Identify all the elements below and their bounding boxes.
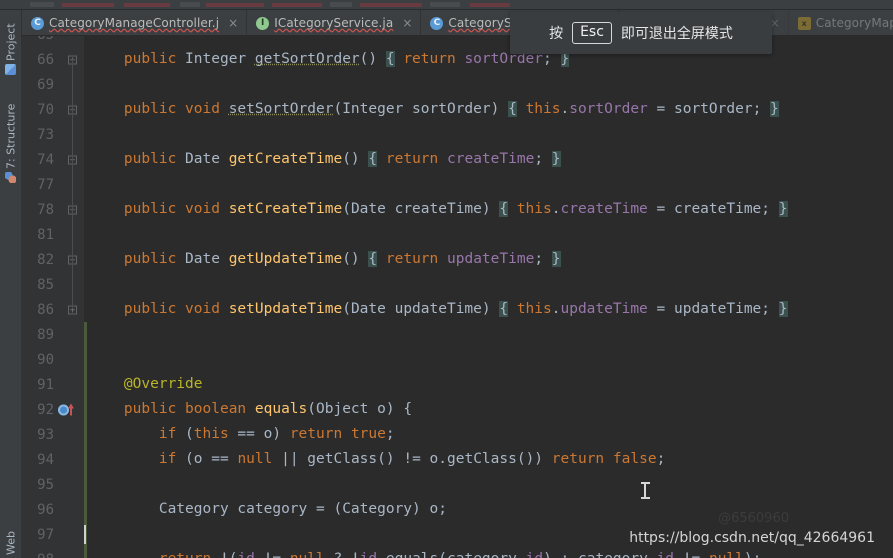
code-line[interactable]: if (this == o) return true; bbox=[84, 422, 893, 447]
gutter-line[interactable]: 94 bbox=[22, 447, 84, 472]
esc-key-badge: Esc bbox=[572, 21, 612, 45]
esc-hint-suffix: 即可退出全屏模式 bbox=[620, 26, 733, 42]
gutter-line[interactable]: 65 bbox=[22, 36, 84, 47]
stripe-label-project: Project bbox=[4, 23, 18, 61]
line-number: 82 bbox=[37, 251, 54, 268]
line-number: 85 bbox=[37, 276, 54, 293]
gutter-line[interactable]: 92 bbox=[22, 397, 84, 422]
stripe-button-project[interactable]: Project bbox=[0, 14, 21, 78]
code-line[interactable]: if (o == null || getClass() != o.getClas… bbox=[84, 447, 893, 472]
tab-category-mapper-xml[interactable]: x CategoryMapper.x × bbox=[789, 10, 893, 35]
overriding-method-gutter-icon[interactable] bbox=[58, 403, 78, 416]
code-line[interactable]: return !(id != null ? !id.equals(categor… bbox=[84, 547, 893, 558]
tab-label: CategoryMapper.x bbox=[815, 16, 893, 30]
gutter-line[interactable]: 82 bbox=[22, 247, 84, 272]
gutter-line[interactable]: 69 bbox=[22, 72, 84, 97]
code-line[interactable] bbox=[84, 122, 893, 147]
code-editor[interactable]: 65 66 69 70 73 74 77 78 81 82 85 86 89 90 91 92 93 94 95 96… bbox=[22, 36, 893, 558]
stripe-label-structure: 7: Structure bbox=[4, 103, 18, 169]
gutter-line[interactable]: 95 bbox=[22, 472, 84, 497]
code-line[interactable] bbox=[84, 322, 893, 347]
line-number: 96 bbox=[37, 501, 54, 518]
code-line[interactable] bbox=[84, 272, 893, 297]
tab-icategory-service[interactable]: I ICategoryService.ja × bbox=[247, 10, 422, 35]
gutter-line[interactable]: 66 bbox=[22, 47, 84, 72]
fullscreen-esc-hint: 按 Esc 即可退出全屏模式 bbox=[510, 12, 772, 54]
gutter-line[interactable]: 70 bbox=[22, 97, 84, 122]
line-number: 73 bbox=[37, 126, 54, 143]
gutter-line[interactable]: 91 bbox=[22, 372, 84, 397]
code-line[interactable]: public Date getUpdateTime() { return upd… bbox=[84, 247, 893, 272]
structure-icon bbox=[5, 172, 17, 183]
gutter-line[interactable]: 78 bbox=[22, 197, 84, 222]
code-line[interactable] bbox=[84, 347, 893, 372]
code-line[interactable] bbox=[84, 72, 893, 97]
clipped-toolbar-strip bbox=[0, 0, 893, 10]
code-text-area[interactable]: public Integer getSortOrder() { return s… bbox=[84, 36, 893, 558]
tab-label: CategoryManageController.j bbox=[49, 16, 220, 30]
gutter-line[interactable]: 97 bbox=[22, 522, 84, 547]
tab-close-icon[interactable]: × bbox=[401, 17, 413, 29]
code-line[interactable]: public void setUpdateTime(Date updateTim… bbox=[84, 297, 893, 322]
gutter-line[interactable]: 86 bbox=[22, 297, 84, 322]
line-number: 90 bbox=[37, 351, 54, 368]
line-number: 66 bbox=[37, 51, 54, 68]
line-number: 69 bbox=[37, 76, 54, 93]
gutter-line[interactable]: 93 bbox=[22, 422, 84, 447]
watermark-url: https://blog.csdn.net/qq_42664961 bbox=[629, 530, 875, 546]
tab-category-manage-controller[interactable]: C CategoryManageController.j × bbox=[22, 10, 248, 35]
stripe-button-web[interactable]: Web bbox=[0, 518, 21, 558]
code-line[interactable]: public void setCreateTime(Date createTim… bbox=[84, 197, 893, 222]
gutter-line[interactable]: 77 bbox=[22, 172, 84, 197]
line-number: 78 bbox=[37, 201, 54, 218]
code-line[interactable]: public boolean equals(Object o) { bbox=[84, 397, 893, 422]
line-number: 86 bbox=[37, 301, 54, 318]
watermark-ghost: @6560960 bbox=[718, 511, 789, 526]
line-number: 95 bbox=[37, 476, 54, 493]
gutter-line[interactable]: 89 bbox=[22, 322, 84, 347]
line-number: 74 bbox=[37, 151, 54, 168]
xml-file-icon: x bbox=[797, 16, 811, 30]
java-interface-icon: I bbox=[256, 16, 270, 30]
line-number: 81 bbox=[37, 226, 54, 243]
line-number: 77 bbox=[37, 176, 54, 193]
gutter-line[interactable]: 73 bbox=[22, 122, 84, 147]
gutter-line[interactable]: 96 bbox=[22, 497, 84, 522]
code-line[interactable]: public void setSortOrder(Integer sortOrd… bbox=[84, 97, 893, 122]
project-icon bbox=[5, 64, 17, 75]
line-number: 92 bbox=[37, 401, 54, 418]
code-line[interactable] bbox=[84, 222, 893, 247]
fold-region-line bbox=[72, 59, 73, 309]
editor-gutter[interactable]: 65 66 69 70 73 74 77 78 81 82 85 86 89 90 91 92 93 94 95 96… bbox=[22, 36, 84, 558]
code-line[interactable]: public Date getCreateTime() { return cre… bbox=[84, 147, 893, 172]
stripe-button-structure[interactable]: 7: Structure bbox=[0, 90, 21, 186]
line-number: 94 bbox=[37, 451, 54, 468]
java-class-icon: C bbox=[430, 16, 444, 30]
line-number: 89 bbox=[37, 326, 54, 343]
line-number: 97 bbox=[37, 526, 54, 543]
code-line[interactable]: @Override bbox=[84, 372, 893, 397]
text-caret bbox=[84, 525, 86, 544]
esc-hint-prefix: 按 bbox=[549, 26, 564, 42]
code-line[interactable] bbox=[84, 472, 893, 497]
line-number: 65 bbox=[22, 36, 56, 43]
line-number: 93 bbox=[37, 426, 54, 443]
code-line[interactable] bbox=[84, 172, 893, 197]
line-number: 91 bbox=[37, 376, 54, 393]
gutter-line[interactable]: 90 bbox=[22, 347, 84, 372]
gutter-line[interactable]: 81 bbox=[22, 222, 84, 247]
gutter-line[interactable]: 85 bbox=[22, 272, 84, 297]
java-class-icon: C bbox=[31, 16, 44, 30]
gutter-line[interactable]: 74 bbox=[22, 147, 84, 172]
tab-label: ICategoryService.ja bbox=[274, 16, 394, 30]
line-number: 98 bbox=[22, 552, 56, 558]
stripe-label-web: Web bbox=[4, 531, 18, 555]
tab-close-icon[interactable]: × bbox=[227, 17, 239, 29]
gutter-line[interactable]: 98 bbox=[22, 547, 84, 558]
left-tool-window-stripe: Project 7: Structure Web bbox=[0, 10, 22, 558]
line-number: 70 bbox=[37, 101, 54, 118]
ide-window: Project 7: Structure Web C CategoryManag… bbox=[0, 0, 893, 558]
